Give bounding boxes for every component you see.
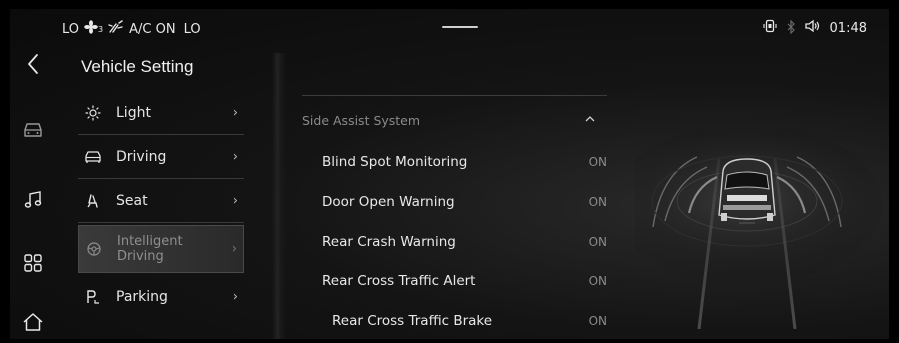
setting-value[interactable]: ON	[589, 274, 607, 288]
setting-row-rear-cross-alert[interactable]: Rear Cross Traffic Alert ON	[302, 271, 607, 293]
menu-item-intelligent-driving[interactable]: Intelligent Driving ›	[78, 225, 244, 273]
section-title: Side Assist System	[302, 113, 421, 128]
menu-item-label-line2: Driving	[117, 249, 164, 264]
rail-vehicle-button[interactable]	[20, 119, 46, 145]
rail-apps-button[interactable]	[20, 252, 46, 278]
home-icon	[22, 312, 44, 336]
menu-item-parking[interactable]: Parking ›	[78, 275, 244, 319]
right-temp: LO	[183, 21, 201, 37]
setting-value[interactable]: ON	[589, 235, 607, 249]
car-front-icon	[83, 147, 103, 167]
bluetooth-icon	[786, 19, 796, 37]
back-button[interactable]	[20, 53, 46, 79]
fan-level: 3	[98, 24, 104, 34]
volume-icon	[804, 19, 821, 37]
setting-row-blind-spot[interactable]: Blind Spot Monitoring ON	[302, 152, 607, 174]
setting-row-rear-crash[interactable]: Rear Crash Warning ON	[302, 232, 607, 254]
setting-label: Rear Crash Warning	[322, 234, 456, 250]
setting-value[interactable]: ON	[589, 314, 607, 328]
menu-item-driving[interactable]: Driving ›	[78, 135, 244, 179]
setting-value[interactable]: ON	[589, 155, 607, 169]
menu-item-label: Driving	[116, 148, 167, 165]
setting-label: Door Open Warning	[322, 194, 455, 210]
fan-icon	[84, 20, 98, 38]
status-icons: 01:48	[762, 19, 867, 37]
panel-divider	[272, 53, 286, 339]
panel-top-divider	[302, 95, 607, 96]
menu-item-seat[interactable]: Seat ›	[78, 179, 244, 223]
status-bar: LO 3 A/C ON LO 01:48	[10, 9, 889, 45]
clock-time: 01:48	[829, 20, 867, 36]
chevron-right-icon: ›	[232, 193, 238, 208]
settings-menu: Light › Driving › Seat › Intelligent Dri…	[78, 91, 244, 319]
menu-item-light[interactable]: Light ›	[78, 91, 244, 135]
music-icon	[23, 190, 43, 214]
chevron-right-icon: ›	[232, 149, 238, 164]
setting-row-door-open[interactable]: Door Open Warning ON	[302, 192, 607, 214]
setting-label: Rear Cross Traffic Brake	[332, 313, 493, 329]
drag-handle[interactable]	[442, 26, 478, 28]
chevron-right-icon: ›	[232, 289, 238, 305]
left-temp: LO	[62, 21, 80, 37]
menu-item-label: Light	[116, 104, 151, 121]
phone-connected-icon	[762, 19, 777, 37]
chevron-up-icon	[585, 112, 595, 126]
side-rail	[10, 45, 56, 339]
sun-icon	[83, 103, 103, 123]
chevron-right-icon: ›	[231, 241, 237, 257]
steering-icon	[84, 239, 104, 259]
parking-icon	[83, 287, 103, 307]
setting-label: Rear Cross Traffic Alert	[322, 273, 476, 289]
car-icon	[22, 121, 44, 143]
menu-item-label: Parking	[116, 289, 168, 305]
apps-icon	[24, 254, 42, 276]
setting-value[interactable]: ON	[589, 195, 607, 209]
setting-row-rear-cross-brake[interactable]: Rear Cross Traffic Brake ON	[302, 311, 607, 333]
ac-status: A/C ON	[129, 21, 176, 37]
page-title: Vehicle Setting	[81, 57, 194, 76]
menu-item-label: Intelligent Driving	[117, 234, 183, 264]
defrost-icon	[108, 20, 124, 38]
infotainment-screen: LO 3 A/C ON LO 01:48 Vehicle Setting Lig…	[10, 9, 889, 339]
rail-home-button[interactable]	[20, 311, 46, 337]
back-icon	[26, 53, 40, 79]
climate-status[interactable]: LO 3 A/C ON LO	[62, 20, 201, 38]
seat-icon	[83, 191, 103, 211]
rail-music-button[interactable]	[20, 189, 46, 215]
chevron-right-icon: ›	[232, 105, 238, 120]
menu-item-label-line1: Intelligent	[117, 234, 183, 249]
vehicle-sensor-visualization	[612, 124, 889, 330]
section-header-side-assist[interactable]: Side Assist System	[302, 109, 607, 133]
menu-item-label: Seat	[116, 192, 148, 209]
setting-label: Blind Spot Monitoring	[322, 154, 468, 170]
